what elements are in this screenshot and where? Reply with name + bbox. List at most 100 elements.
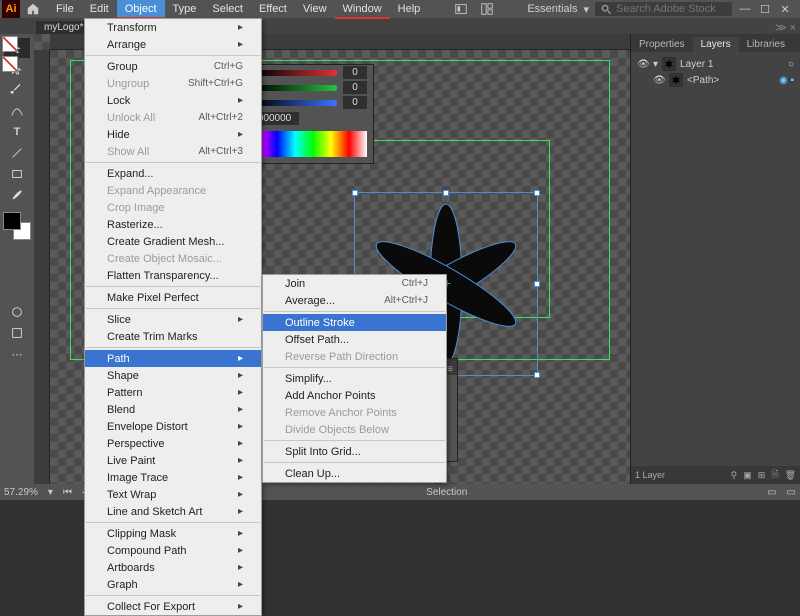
home-icon[interactable] [26, 2, 40, 16]
object-menu-path[interactable]: Path [85, 350, 261, 367]
object-menu-flatten-transparency[interactable]: Flatten Transparency... [85, 267, 261, 284]
object-menu-create-trim-marks[interactable]: Create Trim Marks [85, 328, 261, 345]
tool-type[interactable]: T [4, 122, 30, 142]
object-menu-create-gradient-mesh[interactable]: Create Gradient Mesh... [85, 233, 261, 250]
layer-row[interactable]: 👁 ▾ Layer 1 ○ [635, 56, 796, 72]
doc-tab-overflow-icon[interactable]: ≫ × [775, 21, 796, 34]
slider-r[interactable] [254, 70, 337, 76]
path-menu-offset-path[interactable]: Offset Path... [263, 331, 446, 348]
object-menu-transform[interactable]: Transform [85, 19, 261, 36]
path-menu-join[interactable]: JoinCtrl+J [263, 275, 446, 292]
target-ring-icon[interactable]: ◉ ▪ [779, 75, 794, 86]
delete-layer-icon[interactable]: 🗑 [785, 470, 796, 481]
zoom-level[interactable]: 57.29% [4, 487, 38, 498]
object-menu-slice[interactable]: Slice [85, 311, 261, 328]
search-input[interactable] [616, 3, 726, 15]
sublayer-row[interactable]: 👁 <Path> ◉ ▪ [635, 72, 796, 88]
disclosure-icon[interactable]: ▾ [653, 59, 658, 70]
status-widget-2-icon[interactable]: ▭ [787, 487, 796, 498]
make-clip-icon[interactable]: ▣ [743, 470, 752, 481]
object-menu-image-trace[interactable]: Image Trace [85, 469, 261, 486]
tool-curvature[interactable] [4, 101, 30, 121]
tool-more[interactable]: ⋯ [4, 344, 30, 364]
object-menu-live-paint[interactable]: Live Paint [85, 452, 261, 469]
menu-edit[interactable]: Edit [82, 0, 117, 18]
object-menu-make-pixel-perfect[interactable]: Make Pixel Perfect [85, 289, 261, 306]
path-menu-add-anchor-points[interactable]: Add Anchor Points [263, 387, 446, 404]
sublayer-name[interactable]: <Path> [687, 75, 719, 86]
object-menu-blend[interactable]: Blend [85, 401, 261, 418]
window-maximize-icon[interactable]: ☐ [758, 2, 772, 16]
ruler-vertical[interactable] [34, 50, 50, 484]
path-menu-simplify[interactable]: Simplify... [263, 370, 446, 387]
object-menu-perspective[interactable]: Perspective [85, 435, 261, 452]
path-menu-split-into-grid[interactable]: Split Into Grid... [263, 443, 446, 460]
value-r[interactable]: 0 [343, 66, 367, 79]
object-menu-envelope-distort[interactable]: Envelope Distort [85, 418, 261, 435]
value-g[interactable]: 0 [343, 81, 367, 94]
target-ring-icon[interactable]: ○ [788, 59, 794, 70]
menu-object[interactable]: TransformArrangeGroupCtrl+GUngroupShift+… [84, 18, 262, 616]
menu-help[interactable]: Help [390, 0, 429, 18]
menu-view[interactable]: View [295, 0, 335, 18]
tab-libraries[interactable]: Libraries [739, 37, 793, 52]
object-menu-artboards[interactable]: Artboards [85, 559, 261, 576]
tool-rectangle[interactable] [4, 164, 30, 184]
color-none-2[interactable] [2, 56, 18, 72]
path-menu-average[interactable]: Average...Alt+Ctrl+J [263, 292, 446, 309]
tab-layers[interactable]: Layers [693, 37, 739, 52]
slider-b[interactable] [254, 100, 337, 106]
menu-object[interactable]: Object [117, 0, 165, 18]
path-menu-outline-stroke[interactable]: Outline Stroke [263, 314, 446, 331]
submenu-path[interactable]: JoinCtrl+JAverage...Alt+Ctrl+J Outline St… [262, 274, 447, 483]
menu-effect[interactable]: Effect [251, 0, 295, 18]
menu-window[interactable]: Window [335, 0, 390, 18]
object-menu-shape[interactable]: Shape [85, 367, 261, 384]
status-widget-1-icon[interactable]: ▭ [767, 487, 776, 498]
object-menu-lock[interactable]: Lock [85, 92, 261, 109]
object-menu-show-all: Show AllAlt+Ctrl+3 [85, 143, 261, 160]
visibility-icon[interactable]: 👁 [637, 59, 649, 70]
object-menu-collect-for-export[interactable]: Collect For Export [85, 598, 261, 615]
arrange-docs-icon[interactable] [474, 0, 500, 19]
path-menu-clean-up[interactable]: Clean Up... [263, 465, 446, 482]
value-b[interactable]: 0 [343, 96, 367, 109]
object-menu-line-and-sketch-art[interactable]: Line and Sketch Art [85, 503, 261, 520]
tool-line[interactable] [4, 143, 30, 163]
object-menu-expand[interactable]: Expand... [85, 165, 261, 182]
object-menu-clipping-mask[interactable]: Clipping Mask [85, 525, 261, 542]
layer-name[interactable]: Layer 1 [680, 59, 713, 70]
object-menu-pattern[interactable]: Pattern [85, 384, 261, 401]
workspace-chevron-icon[interactable]: ▾ [583, 3, 589, 16]
fill-stroke-swatch[interactable] [3, 212, 31, 240]
tool-pen[interactable] [4, 80, 30, 100]
search-box[interactable] [595, 2, 732, 16]
window-close-icon[interactable]: ✕ [778, 2, 792, 16]
object-menu-group[interactable]: GroupCtrl+G [85, 58, 261, 75]
menu-select[interactable]: Select [204, 0, 251, 18]
workspace-label[interactable]: Essentials [527, 3, 577, 15]
layers-body[interactable]: 👁 ▾ Layer 1 ○ 👁 <Path> ◉ ▪ [631, 52, 800, 466]
slider-g[interactable] [255, 85, 337, 91]
bridge-icon[interactable] [448, 0, 474, 19]
object-menu-graph[interactable]: Graph [85, 576, 261, 593]
menu-file[interactable]: File [48, 0, 82, 18]
color-none-1[interactable] [2, 36, 18, 52]
object-menu-arrange[interactable]: Arrange [85, 36, 261, 53]
object-menu-text-wrap[interactable]: Text Wrap [85, 486, 261, 503]
object-menu-compound-path[interactable]: Compound Path [85, 542, 261, 559]
tool-drawmode[interactable] [4, 302, 30, 322]
locate-object-icon[interactable]: ⚲ [731, 470, 738, 481]
tool-screenmode[interactable] [4, 323, 30, 343]
window-minimize-icon[interactable]: — [738, 2, 752, 16]
new-layer-icon[interactable]: 🗎 [771, 467, 778, 483]
object-menu-rasterize[interactable]: Rasterize... [85, 216, 261, 233]
artboard-nav-first-icon[interactable]: ⏮ [63, 487, 72, 498]
tool-brush[interactable] [4, 185, 30, 205]
menu-type[interactable]: Type [165, 0, 205, 18]
visibility-icon[interactable]: 👁 [653, 75, 665, 86]
object-menu-hide[interactable]: Hide [85, 126, 261, 143]
tab-properties[interactable]: Properties [631, 37, 693, 52]
new-sublayer-icon[interactable]: ⊞ [758, 470, 766, 481]
fill-swatch[interactable] [3, 212, 21, 230]
